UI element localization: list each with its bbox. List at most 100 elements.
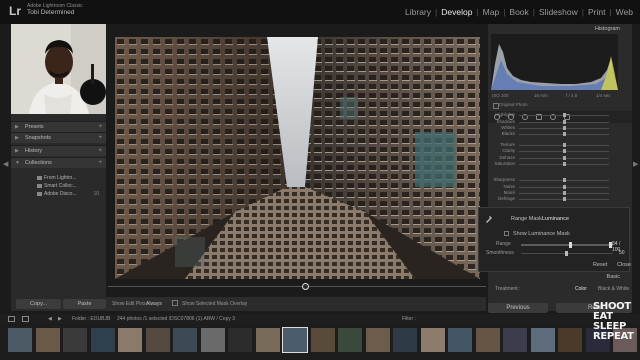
collection-label: From Lightro... (44, 175, 77, 181)
module-library[interactable]: Library (402, 7, 434, 17)
filmstrip-thumbnail[interactable] (503, 328, 527, 352)
photo-scrubber-track (108, 286, 486, 287)
filmstrip-thumbnail[interactable] (393, 328, 417, 352)
filmstrip-thumbnail[interactable] (365, 328, 390, 352)
grid-view-icon[interactable] (22, 316, 29, 322)
expand-triangle-icon: ▶ (15, 135, 19, 141)
filmstrip-thumbnail[interactable] (475, 328, 500, 352)
slider-row[interactable]: Clarity (488, 148, 632, 155)
slider-knob[interactable] (563, 132, 566, 136)
original-photo-checkbox[interactable]: Original Photo (493, 102, 528, 109)
filmstrip-thumbnail[interactable] (420, 328, 445, 352)
filmstrip-thumbnail[interactable] (310, 328, 335, 352)
presenter-image (11, 24, 106, 114)
filmstrip-thumbnail[interactable] (448, 328, 472, 352)
range-low-handle[interactable] (569, 242, 572, 248)
slider-knob[interactable] (563, 120, 566, 124)
iso-value: ISO 100 (492, 93, 509, 98)
history-section-header[interactable]: ▶ History × (11, 145, 106, 156)
left-panel-toggle-icon[interactable]: ◀ (3, 160, 8, 168)
filmstrip-thumbnail[interactable] (255, 328, 280, 352)
collection-item[interactable]: Smart Collec... (17, 182, 102, 190)
filmstrip-thumbnail[interactable] (145, 328, 170, 352)
basic-panel-header[interactable]: Basic (488, 273, 632, 282)
secondary-display-icon[interactable] (8, 316, 15, 322)
filmstrip-thumbnail[interactable] (282, 327, 308, 353)
add-snapshot-icon[interactable]: + (98, 133, 102, 144)
module-map[interactable]: Map (480, 7, 503, 17)
filmstrip-thumbnail[interactable] (90, 328, 115, 352)
edit-pins-dropdown[interactable]: Always (146, 301, 162, 307)
add-collection-icon[interactable]: + (98, 158, 102, 169)
collection-item[interactable]: Adobe Disco... 10 (17, 190, 102, 198)
previous-button[interactable]: Previous (488, 303, 548, 313)
mask-reset-button[interactable]: Reset (593, 262, 607, 268)
collection-item[interactable]: From Lightro... (17, 174, 102, 182)
filmstrip-thumbnail[interactable] (63, 328, 87, 352)
clear-history-icon[interactable]: × (98, 146, 102, 157)
snapshots-section-header[interactable]: ▶ Snapshots + (11, 132, 106, 143)
filmstrip-thumbnail[interactable] (228, 328, 252, 352)
right-panel-toggle-icon[interactable]: ▶ (633, 160, 638, 168)
filmstrip-thumbnail[interactable] (173, 328, 197, 352)
mask-overlay-checkbox[interactable] (172, 300, 178, 306)
eyedropper-icon[interactable] (485, 215, 493, 223)
slider-row[interactable]: Defringe (488, 196, 632, 203)
treatment-bw-button[interactable]: Black & White (598, 286, 629, 292)
filter-label: Filter : (402, 316, 416, 322)
module-web[interactable]: Web (613, 7, 636, 17)
paste-settings-button[interactable]: Paste (63, 299, 106, 309)
range-slider[interactable] (521, 242, 613, 248)
smoothness-slider[interactable] (521, 251, 613, 256)
slider-label: Whites (501, 125, 515, 130)
module-book[interactable]: Book (506, 7, 531, 17)
filmstrip-thumbnail[interactable] (530, 328, 555, 352)
filmstrip-thumbnail[interactable] (8, 328, 32, 352)
slider-knob[interactable] (563, 185, 566, 189)
slider-knob[interactable] (563, 178, 566, 182)
presets-section-header[interactable]: ▶ Presets + (11, 121, 106, 132)
filmstrip-thumbnail[interactable] (558, 328, 582, 352)
slider-knob[interactable] (563, 143, 566, 147)
back-arrow-icon[interactable]: ◀ (48, 316, 52, 322)
collection-count: 10 (93, 191, 99, 197)
slider-knob[interactable] (563, 126, 566, 130)
slider-label: Noise (503, 184, 515, 189)
slider-row[interactable]: Saturation (488, 161, 632, 168)
slider-knob[interactable] (563, 149, 566, 153)
module-print[interactable]: Print (585, 7, 608, 17)
filmstrip-thumbnail[interactable] (200, 328, 225, 352)
collapse-triangle-icon: ▼ (15, 160, 20, 166)
filmstrip-thumbnail[interactable] (35, 328, 60, 352)
filmstrip-thumbnail[interactable] (338, 328, 362, 352)
photo-scrubber-handle[interactable] (302, 283, 309, 290)
module-develop[interactable]: Develop (438, 7, 475, 17)
slider-knob[interactable] (563, 156, 566, 160)
section-label: Presets (25, 124, 44, 130)
smoothness-handle[interactable] (565, 251, 568, 256)
histogram-header[interactable]: Histogram (488, 24, 632, 34)
copy-settings-button[interactable]: Copy... (16, 299, 61, 309)
show-luminance-mask-checkbox[interactable] (504, 231, 509, 236)
filmstrip-thumbnail[interactable] (118, 328, 142, 352)
slider-knob[interactable] (563, 197, 566, 201)
collections-section-header[interactable]: ▼ Collections + (11, 157, 106, 168)
left-panel: ▶ Presets + ▶ Snapshots + ▶ History × ▼ Collect… (11, 24, 106, 311)
mask-close-button[interactable]: Close (617, 262, 631, 268)
camera-info-readout: ISO 100 16 mm f / 4.0 1/4 sec (492, 93, 618, 99)
module-slideshow[interactable]: Slideshow (536, 7, 581, 17)
slider-row[interactable]: Highlights (488, 112, 632, 119)
section-label: Collections (25, 160, 52, 166)
photo-preview[interactable] (115, 37, 480, 279)
range-mask-dropdown[interactable]: Luminance (542, 216, 569, 222)
watermark: SHOOT EAT SLEEP REPEAT (593, 302, 639, 342)
slider-knob[interactable] (563, 113, 566, 117)
slider-row[interactable]: Blacks (488, 131, 632, 138)
slider-knob[interactable] (563, 162, 566, 166)
treatment-label: Treatment : (495, 286, 521, 292)
source-folder[interactable]: Folder : EOUBJB (72, 316, 110, 322)
treatment-color-button[interactable]: Color (575, 286, 587, 292)
slider-row[interactable]: Sharpness (488, 177, 632, 184)
slider-knob[interactable] (563, 191, 566, 195)
forward-arrow-icon[interactable]: ▶ (58, 316, 62, 322)
